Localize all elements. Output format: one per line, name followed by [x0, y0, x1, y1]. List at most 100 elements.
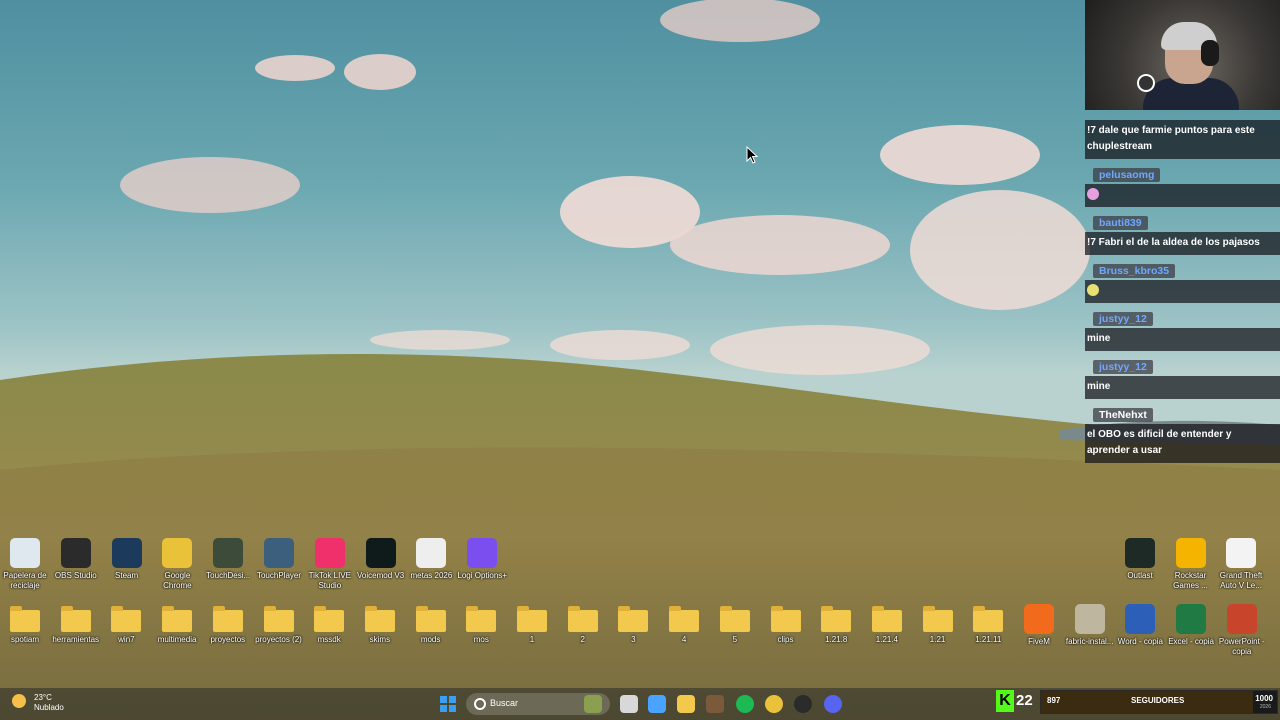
desktop-icon-label: win7 — [118, 635, 135, 644]
desktop-icon[interactable]: Steam — [100, 538, 154, 581]
desktop-icon-label: 1.21 — [929, 635, 946, 644]
followers-current: 897 — [1047, 696, 1061, 705]
chrome-icon[interactable] — [765, 695, 783, 713]
folder-icon — [162, 606, 193, 632]
desktop-icon[interactable]: Papelera de reciclaje — [0, 538, 52, 591]
logi-icon — [467, 538, 498, 568]
file-explorer-icon[interactable] — [677, 695, 695, 713]
chat-message-text: !7 Fabri el de la aldea de los pajasos — [1087, 237, 1260, 248]
folder-icon — [567, 606, 598, 632]
desktop-icon[interactable]: Google Chrome — [150, 538, 204, 591]
desktop-icon[interactable]: Rockstar Games ... — [1164, 538, 1218, 591]
touchplayer-icon — [264, 538, 294, 568]
desktop-icon[interactable]: 4 — [657, 604, 711, 645]
chat-username: bauti839 — [1093, 216, 1148, 230]
obs-icon[interactable] — [794, 695, 812, 713]
search-placeholder: Buscar — [490, 698, 519, 708]
touchdesigner-icon — [213, 538, 244, 568]
desktop-icon-label: TouchDesi... — [206, 571, 251, 580]
desktop-icon[interactable]: metas 2026 — [404, 538, 458, 581]
copilot-icon[interactable] — [648, 695, 666, 713]
task-view-icon[interactable] — [620, 695, 638, 713]
desktop-icon[interactable]: clips — [759, 604, 813, 645]
desktop-icon[interactable]: skims — [353, 604, 407, 645]
desktop-icon[interactable]: mos — [454, 604, 508, 645]
desktop-icon[interactable]: TouchDesi... — [201, 538, 255, 581]
desktop-icon[interactable]: herramientas — [49, 604, 103, 645]
weather-icon — [12, 694, 26, 708]
chat-message-text: mine — [1087, 333, 1111, 344]
desktop-icon[interactable]: 1.21.8 — [809, 604, 863, 645]
desktop-icon[interactable]: Outlast — [1113, 538, 1167, 581]
desktop-icon[interactable]: Excel - copia — [1164, 604, 1218, 647]
desktop-icon[interactable]: multimedia — [150, 604, 204, 645]
spotify-icon[interactable] — [736, 695, 754, 713]
desktop-icon[interactable]: 1 — [505, 604, 559, 645]
folder-icon — [821, 606, 852, 632]
desktop-icon-label: Papelera de reciclaje — [3, 571, 47, 590]
desktop-icon[interactable]: Word - copia — [1113, 604, 1167, 647]
desktop-icon[interactable]: TikTok LIVE Studio — [303, 538, 357, 591]
desktop-icon-label: clips — [777, 635, 794, 644]
desktop-icon[interactable]: FiveM — [1012, 604, 1066, 647]
desktop-icon[interactable]: 1.21.11 — [961, 604, 1015, 645]
game-icon[interactable] — [706, 695, 724, 713]
desktop-icon[interactable]: OBS Studio — [49, 538, 103, 581]
desktop-icon-label: mssdk — [317, 635, 341, 644]
folder-icon — [212, 606, 243, 632]
desktop-icon-label: skims — [369, 635, 391, 644]
folder-icon — [466, 606, 497, 632]
widgets-icon[interactable] — [584, 695, 602, 713]
folder-icon — [517, 606, 547, 632]
desktop-icon[interactable]: win7 — [99, 604, 153, 645]
desktop-icon[interactable]: Grand Theft Auto V Le... — [1214, 538, 1268, 591]
start-button[interactable] — [440, 696, 456, 712]
desktop-icon[interactable]: TouchPlayer — [252, 538, 306, 581]
goal-year: 2026 — [1259, 704, 1271, 710]
chat-username: TheNehxt — [1093, 408, 1153, 422]
desktop-icon[interactable]: Voicemod V3 — [354, 538, 408, 581]
webcam-overlay — [1085, 0, 1280, 110]
desktop-icon-label: 1.21.11 — [975, 635, 1002, 644]
desktop-icon[interactable]: mods — [404, 604, 458, 645]
desktop-icon[interactable]: spotiam — [0, 604, 52, 645]
followers-goal-bar: 897 SEGUIDORES 1000 2026 — [1040, 690, 1278, 714]
emote-icon — [1087, 188, 1099, 201]
kick-viewer-badge: K 22 — [996, 690, 1036, 712]
desktop-icon[interactable]: proyectos — [201, 604, 255, 645]
desktop-icon[interactable]: 5 — [708, 604, 762, 645]
folder-icon — [10, 606, 40, 632]
desktop-icon[interactable]: 2 — [556, 604, 610, 645]
desktop-icon-label: Excel - copia — [1168, 637, 1214, 646]
desktop-icon-label: mos — [473, 635, 489, 644]
excel-icon — [1176, 604, 1207, 634]
desktop-icon[interactable]: 3 — [606, 604, 660, 645]
word-icon — [1125, 604, 1156, 634]
folder-icon — [618, 606, 649, 632]
windows-logo-icon — [440, 696, 447, 703]
desktop-icon[interactable]: fabric-instal... — [1063, 604, 1117, 647]
chat-message-text: mine — [1087, 381, 1111, 392]
desktop-icon-label: Word - copia — [1117, 637, 1163, 646]
chat-message — [1085, 280, 1280, 303]
desktop-icon[interactable]: Logi Options+ — [455, 538, 509, 581]
desktop-icon[interactable]: 1.21 — [911, 604, 965, 645]
folder-icon — [415, 606, 446, 632]
discord-icon[interactable] — [824, 695, 842, 713]
chat-username: justyy_12 — [1093, 360, 1153, 374]
desktop-icon[interactable]: PowerPoint - copia — [1215, 604, 1269, 657]
weather-widget[interactable]: 23°C Nublado — [12, 693, 64, 713]
document-icon — [1226, 538, 1256, 568]
desktop-icon[interactable]: 1.21.4 — [860, 604, 914, 645]
chat-message-text: !7 dale que farmie puntos para este chup… — [1087, 125, 1255, 152]
desktop-icon-label: spotiam — [10, 635, 39, 644]
desktop-icon[interactable]: proyectos (2) — [252, 604, 306, 645]
chat-message-text: el OBO es dificil de entender y aprender… — [1087, 429, 1232, 456]
chat-message: !7 Fabri el de la aldea de los pajasos — [1085, 232, 1280, 255]
microphone-icon — [1137, 74, 1155, 92]
search-icon — [474, 698, 486, 710]
desktop-icon[interactable]: mssdk — [302, 604, 356, 645]
chat-message: mine — [1085, 328, 1280, 351]
folder-icon — [263, 606, 294, 632]
desktop-icon-label: multimedia — [157, 635, 197, 644]
